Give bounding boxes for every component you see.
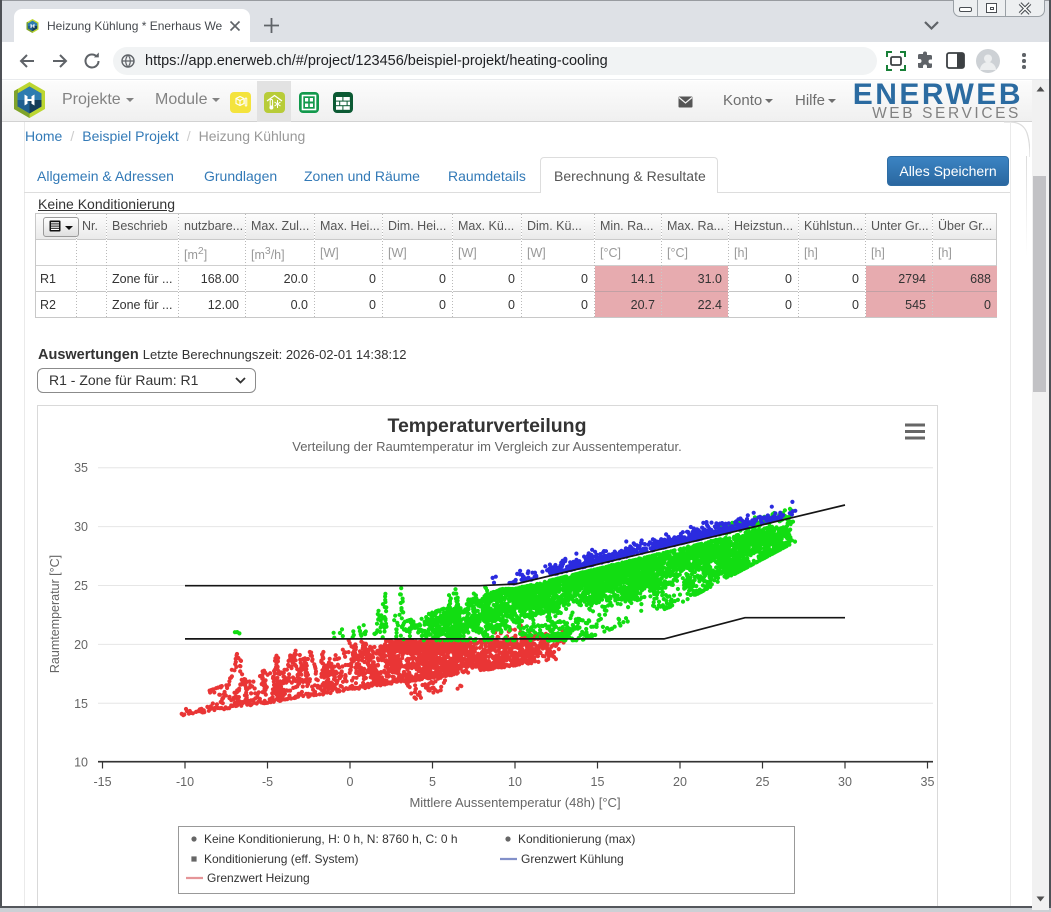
svg-text:Grenzwert Heizung: Grenzwert Heizung [207,871,310,885]
svg-text:35: 35 [921,775,935,789]
svg-text:30: 30 [838,775,852,789]
svg-text:-5: -5 [262,775,273,789]
svg-text:Keine Konditionierung, H: 0 h,: Keine Konditionierung, H: 0 h, N: 8760 h… [204,832,458,846]
svg-text:Raumtemperatur [°C]: Raumtemperatur [°C] [48,555,62,673]
svg-text:Mittlere Aussentemperatur (48h: Mittlere Aussentemperatur (48h) [°C] [409,795,620,810]
svg-text:25: 25 [74,579,88,593]
svg-text:35: 35 [74,461,88,475]
svg-text:25: 25 [756,775,770,789]
svg-text:-10: -10 [176,775,194,789]
svg-text:Grenzwert Kühlung: Grenzwert Kühlung [521,852,624,866]
svg-text:20: 20 [74,638,88,652]
svg-text:10: 10 [74,756,88,770]
svg-text:5: 5 [429,775,436,789]
svg-text:20: 20 [673,775,687,789]
svg-text:0: 0 [347,775,354,789]
svg-text:Verteilung der Raumtemperatur: Verteilung der Raumtemperatur im Verglei… [292,439,681,454]
svg-text:Konditionierung (eff. System): Konditionierung (eff. System) [204,852,359,866]
svg-text:-15: -15 [93,775,111,789]
svg-text:Temperaturverteilung: Temperaturverteilung [387,415,586,437]
svg-text:15: 15 [74,697,88,711]
svg-text:15: 15 [591,775,605,789]
svg-text:30: 30 [74,520,88,534]
svg-text:10: 10 [508,775,522,789]
svg-text:Konditionierung (max): Konditionierung (max) [518,832,635,846]
